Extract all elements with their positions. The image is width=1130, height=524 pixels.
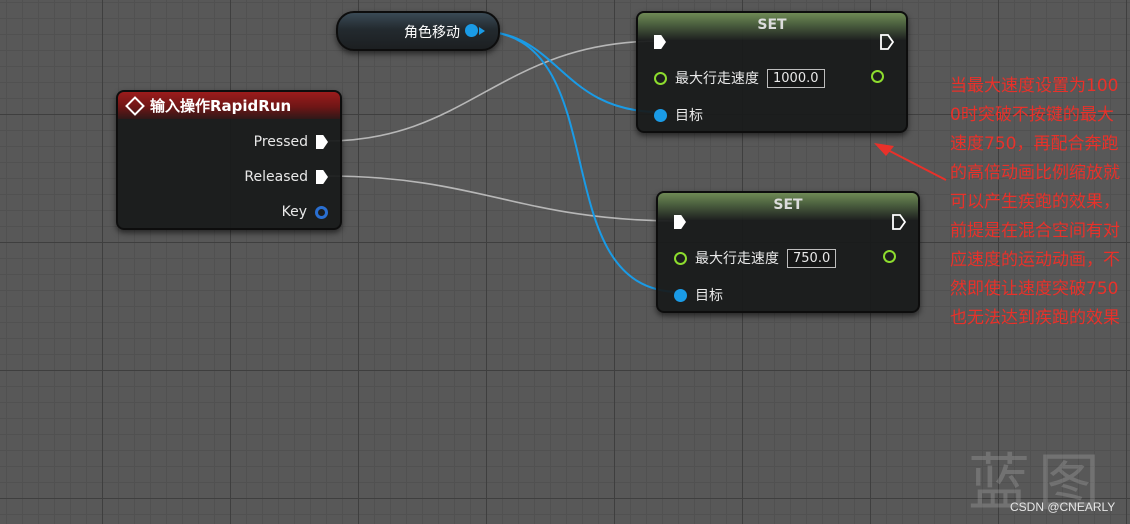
key-label: Key bbox=[281, 204, 307, 220]
set-node-2-target-pin-icon[interactable] bbox=[674, 288, 687, 302]
set-node-1-speed-out-pin-icon[interactable] bbox=[871, 70, 884, 83]
set-node-1-target-row[interactable]: 目标 bbox=[654, 105, 703, 125]
pressed-exec-pin-icon[interactable] bbox=[316, 135, 328, 149]
exec-wire-pressed bbox=[325, 40, 661, 142]
released-pin-row[interactable]: Released bbox=[244, 169, 328, 185]
set-node-2[interactable]: SET 最大行走速度 750.0 目标 bbox=[656, 191, 920, 313]
variable-output-arrow-icon bbox=[479, 27, 485, 35]
set-node-1-speed-label: 最大行走速度 bbox=[675, 71, 759, 87]
key-struct-pin-icon[interactable] bbox=[315, 205, 328, 219]
released-exec-pin-icon[interactable] bbox=[316, 170, 328, 184]
set-node-2-speed-input[interactable]: 750.0 bbox=[787, 248, 837, 268]
pressed-pin-row[interactable]: Pressed bbox=[254, 134, 328, 150]
set-node-2-target-row[interactable]: 目标 bbox=[674, 285, 723, 305]
variable-label: 角色移动 bbox=[404, 25, 460, 41]
input-action-header: 输入操作RapidRun bbox=[118, 92, 340, 119]
exec-wire-released bbox=[325, 175, 681, 222]
pressed-label: Pressed bbox=[253, 134, 308, 150]
annotation-arrow bbox=[883, 147, 947, 181]
released-label: Released bbox=[244, 169, 308, 185]
set-node-2-exec-out-icon[interactable] bbox=[892, 214, 906, 230]
set-node-2-speed-row[interactable]: 最大行走速度 750.0 bbox=[674, 248, 837, 268]
object-wire-target-1 bbox=[477, 30, 661, 113]
set-node-2-speed-in-pin-icon[interactable] bbox=[674, 251, 687, 265]
set-node-1[interactable]: SET 最大行走速度 1000.0 目标 bbox=[636, 11, 908, 133]
set-node-1-title: SET bbox=[757, 17, 787, 33]
key-pin-row[interactable]: Key bbox=[282, 204, 328, 220]
input-action-node[interactable]: 输入操作RapidRun Pressed Released Key bbox=[116, 90, 342, 230]
set-node-2-speed-out-pin-icon[interactable] bbox=[883, 250, 896, 263]
set-node-1-header: SET bbox=[638, 13, 906, 40]
annotation-arrow-head bbox=[874, 143, 894, 156]
set-node-2-title: SET bbox=[773, 197, 803, 213]
set-node-2-speed-label: 最大行走速度 bbox=[695, 251, 779, 267]
annotation-text: 当最大速度设置为1000时突破不按键的最大速度750，再配合奔跑的高倍动画比例缩… bbox=[950, 76, 1120, 328]
set-node-1-target-label: 目标 bbox=[675, 108, 703, 124]
csdn-credit: CSDN @CNEARLY bbox=[1010, 500, 1116, 514]
set-node-1-target-pin-icon[interactable] bbox=[654, 108, 667, 122]
variable-node-character-movement[interactable]: 角色移动 bbox=[336, 11, 500, 51]
variable-output-pin[interactable] bbox=[465, 24, 478, 37]
set-node-1-speed-row[interactable]: 最大行走速度 1000.0 bbox=[654, 68, 825, 88]
set-node-2-target-label: 目标 bbox=[695, 288, 723, 304]
set-node-2-header: SET bbox=[658, 193, 918, 220]
input-action-title: 输入操作RapidRun bbox=[150, 97, 292, 115]
set-node-1-speed-in-pin-icon[interactable] bbox=[654, 71, 667, 85]
set-node-1-speed-input[interactable]: 1000.0 bbox=[767, 68, 825, 88]
set-node-1-exec-out-icon[interactable] bbox=[880, 34, 894, 50]
event-diamond-icon bbox=[125, 95, 145, 116]
